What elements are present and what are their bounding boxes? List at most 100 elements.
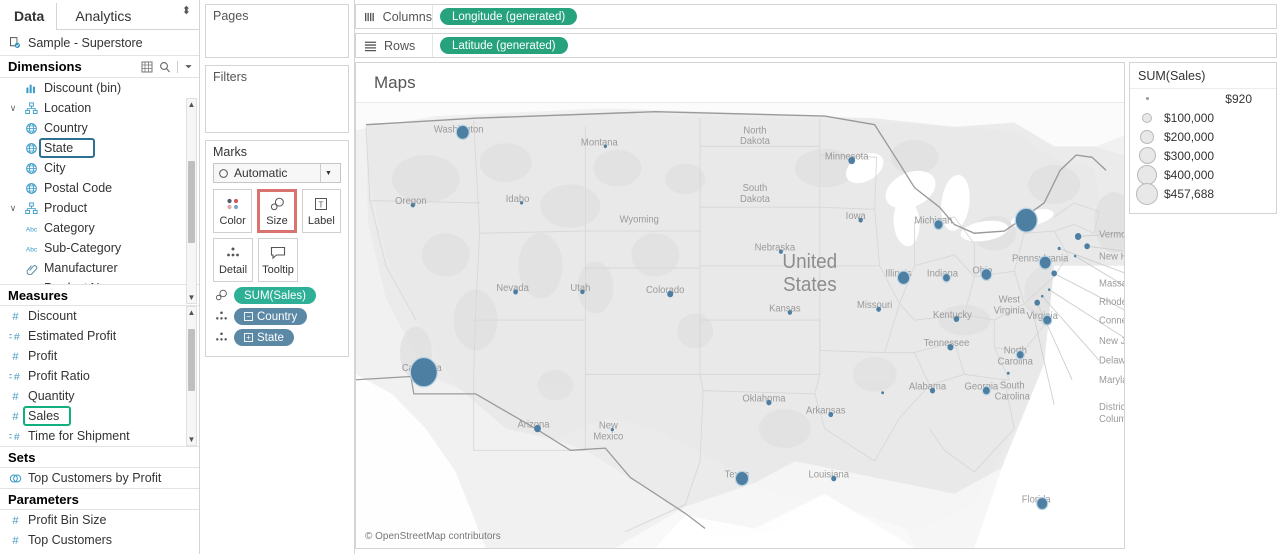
field-profit-bin-size[interactable]: #Profit Bin Size — [0, 510, 199, 530]
size-icon[interactable] — [213, 289, 229, 302]
expand-chevron-icon[interactable]: ∨ — [8, 103, 18, 114]
legend-item[interactable]: $200,000 — [1130, 127, 1276, 146]
map-mark-idaho[interactable] — [520, 201, 523, 204]
map-mark-indiana[interactable] — [942, 273, 950, 282]
legend-item[interactable]: $920 — [1130, 89, 1276, 108]
chevron-down-icon[interactable]: ▼ — [320, 164, 336, 182]
detail-dots-icon[interactable] — [213, 310, 229, 323]
map-mark-georgia[interactable] — [982, 386, 990, 395]
map-mark-michigan[interactable] — [934, 220, 943, 230]
map-mark-kentucky[interactable] — [954, 316, 960, 322]
legend-item[interactable]: $300,000 — [1130, 146, 1276, 165]
map-mark-missouri[interactable] — [876, 307, 881, 312]
map-mark-mississippi[interactable] — [881, 391, 884, 394]
search-icon[interactable] — [159, 61, 171, 73]
chevron-down-icon[interactable] — [184, 62, 193, 71]
map-mark-southcarolina[interactable] — [1007, 372, 1010, 375]
sets-list[interactable]: Top Customers by Profit — [0, 468, 199, 488]
map-mark-texas[interactable] — [735, 471, 748, 485]
pill-state[interactable]: +State — [234, 329, 294, 346]
map-mark-newyork[interactable] — [1015, 208, 1037, 232]
size-button[interactable]: Size — [257, 189, 296, 233]
pill-country[interactable]: −Country — [234, 308, 307, 325]
measures-scrollbar[interactable]: ▲ ▼ — [186, 306, 197, 446]
scroll-up-arrow[interactable]: ▲ — [187, 307, 196, 318]
map-mark-iowa[interactable] — [858, 218, 862, 223]
field-sales[interactable]: #Sales — [0, 406, 199, 426]
map-mark-newjersey[interactable] — [1048, 288, 1050, 291]
rows-shelf[interactable]: Rows Latitude (generated) — [355, 33, 1277, 58]
field-profit[interactable]: #Profit — [0, 346, 199, 366]
pill-expand-box[interactable]: − — [244, 312, 253, 321]
field-product-name[interactable]: AbcProduct Name — [0, 278, 199, 284]
map-mark-connecticut[interactable] — [1051, 270, 1057, 276]
map-mark-massachusetts[interactable] — [1058, 247, 1061, 250]
map-mark-colorado[interactable] — [667, 291, 673, 298]
map-mark-oklahoma[interactable] — [766, 400, 771, 406]
field-city[interactable]: City — [0, 158, 199, 178]
label-button[interactable]: T Label — [302, 189, 341, 233]
mark-type-dropdown[interactable]: Automatic ▼ — [213, 163, 341, 183]
field-sub-category[interactable]: AbcSub-Category — [0, 238, 199, 258]
map-mark-maryland[interactable] — [1034, 300, 1040, 306]
map-mark-virginia[interactable] — [1043, 315, 1052, 325]
dimensions-scrollbar[interactable]: ▲ ▼ — [186, 98, 197, 304]
field-postal-code[interactable]: Postal Code — [0, 178, 199, 198]
map-mark-newhampshire[interactable] — [1084, 243, 1090, 249]
tab-data[interactable]: Data — [0, 3, 57, 29]
map-mark-montana[interactable] — [604, 145, 607, 148]
scroll-thumb[interactable] — [188, 329, 195, 391]
field-time-for-shipment[interactable]: #Time for Shipment — [0, 426, 199, 446]
field-discount-bin-[interactable]: Discount (bin) — [0, 78, 199, 98]
field-discount[interactable]: #Discount — [0, 306, 199, 326]
map-mark-nebraska[interactable] — [779, 250, 783, 254]
map-mark-alabama[interactable] — [930, 388, 935, 394]
legend-item[interactable]: $100,000 — [1130, 108, 1276, 127]
field-category[interactable]: AbcCategory — [0, 218, 199, 238]
field-top-customers[interactable]: #Top Customers — [0, 530, 199, 550]
scroll-up-arrow[interactable]: ▲ — [187, 99, 196, 110]
map-mark-washington[interactable] — [456, 125, 469, 139]
map-mark-kansas[interactable] — [788, 310, 792, 315]
dimensions-list[interactable]: Discount (bin)∨LocationCountryStateCityP… — [0, 78, 199, 284]
field-profit-ratio[interactable]: #Profit Ratio — [0, 366, 199, 386]
map-mark-minnesota[interactable] — [848, 157, 855, 164]
map-mark-vermont[interactable] — [1075, 233, 1081, 240]
field-manufacturer[interactable]: Manufacturer — [0, 258, 199, 278]
map-mark-arizona[interactable] — [534, 425, 541, 432]
scroll-down-arrow[interactable]: ▼ — [187, 292, 196, 303]
field-state[interactable]: State — [0, 138, 199, 158]
legend-item[interactable]: $457,688 — [1130, 184, 1276, 203]
parameters-list[interactable]: #Profit Bin Size#Top Customers — [0, 510, 199, 550]
map-mark-rhodeisland[interactable] — [1074, 255, 1076, 258]
map-mark-delaware[interactable] — [1041, 295, 1043, 298]
map-mark-new mexico[interactable] — [611, 428, 614, 431]
columns-shelf[interactable]: Columns Longitude (generated) — [355, 4, 1277, 29]
map-mark-north carolina[interactable] — [1016, 350, 1024, 359]
pages-card[interactable]: Pages — [205, 4, 349, 58]
map-mark-utah[interactable] — [580, 289, 584, 294]
pill-latitude[interactable]: Latitude (generated) — [440, 37, 568, 54]
map-mark-oregon[interactable] — [411, 203, 415, 208]
detail-dots-icon[interactable] — [213, 331, 229, 344]
scroll-thumb[interactable] — [188, 161, 195, 243]
field-quantity[interactable]: #Quantity — [0, 386, 199, 406]
pill-longitude[interactable]: Longitude (generated) — [440, 8, 577, 25]
field-location[interactable]: ∨Location — [0, 98, 199, 118]
map-mark-pennsylvania[interactable] — [1039, 256, 1051, 269]
color-button[interactable]: Color — [213, 189, 252, 233]
spinner-icon[interactable]: ⬍ — [182, 6, 191, 17]
scroll-down-arrow[interactable]: ▼ — [187, 434, 196, 445]
map-mark-louisiana[interactable] — [831, 476, 836, 482]
measures-list[interactable]: #Discount#Estimated Profit#Profit#Profit… — [0, 306, 199, 446]
grid-icon[interactable] — [141, 61, 153, 73]
map-mark-ohio[interactable] — [981, 269, 992, 281]
tooltip-button[interactable]: Tooltip — [258, 238, 298, 282]
detail-button[interactable]: Detail — [213, 238, 253, 282]
field-product[interactable]: ∨Product — [0, 198, 199, 218]
map-mark-nevada[interactable] — [513, 289, 518, 294]
map-mark-arkansas[interactable] — [828, 412, 833, 417]
field-country[interactable]: Country — [0, 118, 199, 138]
tab-analytics[interactable]: Analytics — [57, 3, 143, 29]
data-source-row[interactable]: Sample - Superstore — [0, 30, 199, 56]
